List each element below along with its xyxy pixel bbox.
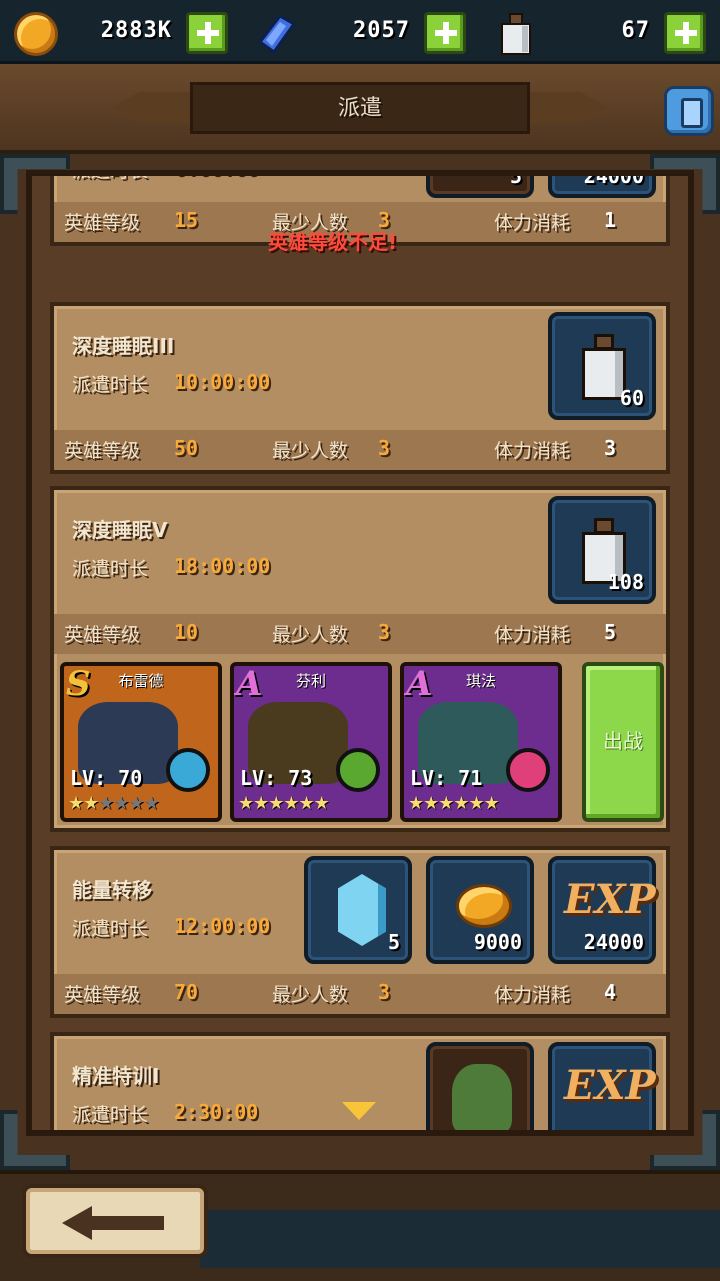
- add-potions-button[interactable]: [664, 12, 706, 54]
- hero-name: 琪法: [465, 672, 496, 690]
- mage-class-icon: [166, 748, 210, 792]
- reward-potion-slot[interactable]: 108: [548, 496, 656, 604]
- reward-amount: 24000: [583, 170, 644, 188]
- hero-slot[interactable]: A 芬利 LV: 73 ★★★★★★: [230, 662, 392, 822]
- mission-card-selected[interactable]: 深度睡眠V 派遣时长 18:00:00 英雄等级 10 最少人数 3 体力消耗 …: [50, 486, 670, 832]
- reward-amount: 5: [509, 170, 522, 188]
- min-people-label: 最少人数: [272, 440, 349, 462]
- exp-icon: EXP: [564, 1062, 656, 1109]
- hero-name: 芬利: [295, 672, 326, 690]
- reward-gold-slot[interactable]: 9000: [426, 856, 534, 964]
- stamina-value: 3: [604, 436, 617, 460]
- hero-level: LV: 73: [240, 766, 313, 790]
- reward-amount: 24000: [583, 930, 644, 954]
- hero-level-label: 英雄等级: [64, 440, 141, 462]
- mission-card[interactable]: 深度睡眠III 派遣时长 10:00:00 英雄等级 50 最少人数 3 体力消…: [50, 302, 670, 474]
- gold-amount: 2883K: [100, 18, 172, 43]
- hero-level-label: 英雄等级: [64, 624, 141, 646]
- exp-icon: EXP: [564, 876, 656, 923]
- hero-level-value: 50: [174, 436, 199, 460]
- hero-slot[interactable]: S 布雷德 LV: 70 ★★★★★★: [60, 662, 222, 822]
- min-people-label: 最少人数: [272, 624, 349, 646]
- duration-value: 2:30:00: [174, 1100, 259, 1124]
- reward-amount: 108: [607, 570, 644, 594]
- min-people-value: 3: [378, 436, 391, 460]
- stamina-label: 体力消耗: [494, 984, 571, 1006]
- reward-potion-slot[interactable]: 60: [548, 312, 656, 420]
- duration-value: 12:00:00: [174, 914, 271, 938]
- duration-value: 18:00:00: [174, 554, 271, 578]
- potion-bottle-icon: [501, 13, 531, 55]
- mission-card[interactable]: 能量转移 派遣时长 12:00:00 英雄等级 70 最少人数 3 体力消耗 4…: [50, 846, 670, 1018]
- stamina-label: 体力消耗: [494, 624, 571, 646]
- gem-amount: 2057: [353, 18, 410, 43]
- gold-resource: 2883K: [14, 8, 228, 56]
- reward-monster-slot[interactable]: [426, 1042, 534, 1130]
- help-button[interactable]: [664, 86, 714, 136]
- reward-crystal-slot[interactable]: 5: [304, 856, 412, 964]
- deploy-button[interactable]: 出战: [582, 662, 664, 822]
- hero-name: 布雷德: [118, 672, 164, 690]
- gem-icon: [257, 14, 297, 55]
- page-title: 派遣: [337, 96, 382, 121]
- hero-level: LV: 71: [410, 766, 483, 790]
- reward-exp-slot[interactable]: 24000: [548, 170, 656, 198]
- duration-label: 派遣时长: [72, 1104, 149, 1126]
- mission-name: 能量转移: [72, 878, 152, 902]
- mission-card[interactable]: 精准特训I 派遣时长 2:30:00 EXP: [50, 1032, 670, 1130]
- stamina-value: 1: [604, 208, 617, 232]
- stamina-label: 体力消耗: [494, 440, 571, 462]
- page-header: 派遣: [0, 64, 720, 154]
- reward-exp-slot[interactable]: EXP: [548, 1042, 656, 1130]
- add-gold-button[interactable]: [186, 12, 228, 54]
- hero-team-row: S 布雷德 LV: 70 ★★★★★★ A 芬利 LV: 73 ★★★★★★ A…: [60, 662, 666, 826]
- support-class-icon: [506, 748, 550, 792]
- hero-level: LV: 70: [70, 766, 143, 790]
- gold-icon: [456, 884, 512, 928]
- resource-bar: 2883K 2057 67: [0, 0, 720, 64]
- duration-label: 派遣时长: [72, 374, 149, 396]
- ranger-class-icon: [336, 748, 380, 792]
- potion-amount: 67: [621, 18, 650, 43]
- gold-coin-icon: [14, 12, 58, 56]
- hero-level-label: 英雄等级: [64, 212, 141, 234]
- gem-resource: 2057: [254, 8, 466, 56]
- add-gems-button[interactable]: [424, 12, 466, 54]
- duration-value: 0:00:00: [174, 176, 258, 180]
- min-people-value: 3: [378, 620, 391, 644]
- mission-name: 深度睡眠V: [72, 518, 168, 542]
- back-button[interactable]: [22, 1184, 208, 1258]
- hero-star-rating: ★★★★★★: [408, 793, 500, 814]
- hero-level-value: 15: [174, 208, 199, 232]
- mission-panel: 派遣时长 0:00:00 英雄等级 15 最少人数 3 体力消耗 1 5 240…: [0, 154, 720, 1170]
- mission-name: 精准特训I: [72, 1064, 160, 1088]
- hero-slot[interactable]: A 琪法 LV: 71 ★★★★★★: [400, 662, 562, 822]
- duration-label: 派遣时长: [72, 558, 149, 580]
- stamina-value: 4: [604, 980, 617, 1004]
- reward-amount: 9000: [473, 930, 522, 954]
- mission-name: 深度睡眠III: [72, 334, 175, 358]
- duration-label: 派遣时长: [72, 170, 149, 182]
- reward-amount: 5: [387, 930, 400, 954]
- duration-value: 10:00:00: [174, 370, 271, 394]
- crystal-icon: [338, 874, 386, 946]
- hero-level-label: 英雄等级: [64, 984, 141, 1006]
- stamina-value: 5: [604, 620, 617, 644]
- reward-item-slot[interactable]: 5: [426, 170, 534, 198]
- mission-list-viewport[interactable]: 派遣时长 0:00:00 英雄等级 15 最少人数 3 体力消耗 1 5 240…: [26, 170, 694, 1136]
- bottom-bar: [0, 1170, 720, 1281]
- hero-level-value: 70: [174, 980, 199, 1004]
- hero-level-value: 10: [174, 620, 199, 644]
- reward-amount: 60: [619, 386, 644, 410]
- hero-star-rating: ★★★★★★: [238, 793, 330, 814]
- level-warning-toast: 英雄等级不足!: [268, 230, 398, 254]
- stamina-label: 体力消耗: [494, 212, 571, 234]
- potion-resource: 67: [494, 8, 706, 56]
- monster-icon: [452, 1064, 512, 1130]
- hero-star-rating: ★★★★★★: [68, 793, 160, 814]
- reward-exp-slot[interactable]: EXP 24000: [548, 856, 656, 964]
- min-people-label: 最少人数: [272, 984, 349, 1006]
- duration-label: 派遣时长: [72, 918, 149, 940]
- min-people-value: 3: [378, 980, 391, 1004]
